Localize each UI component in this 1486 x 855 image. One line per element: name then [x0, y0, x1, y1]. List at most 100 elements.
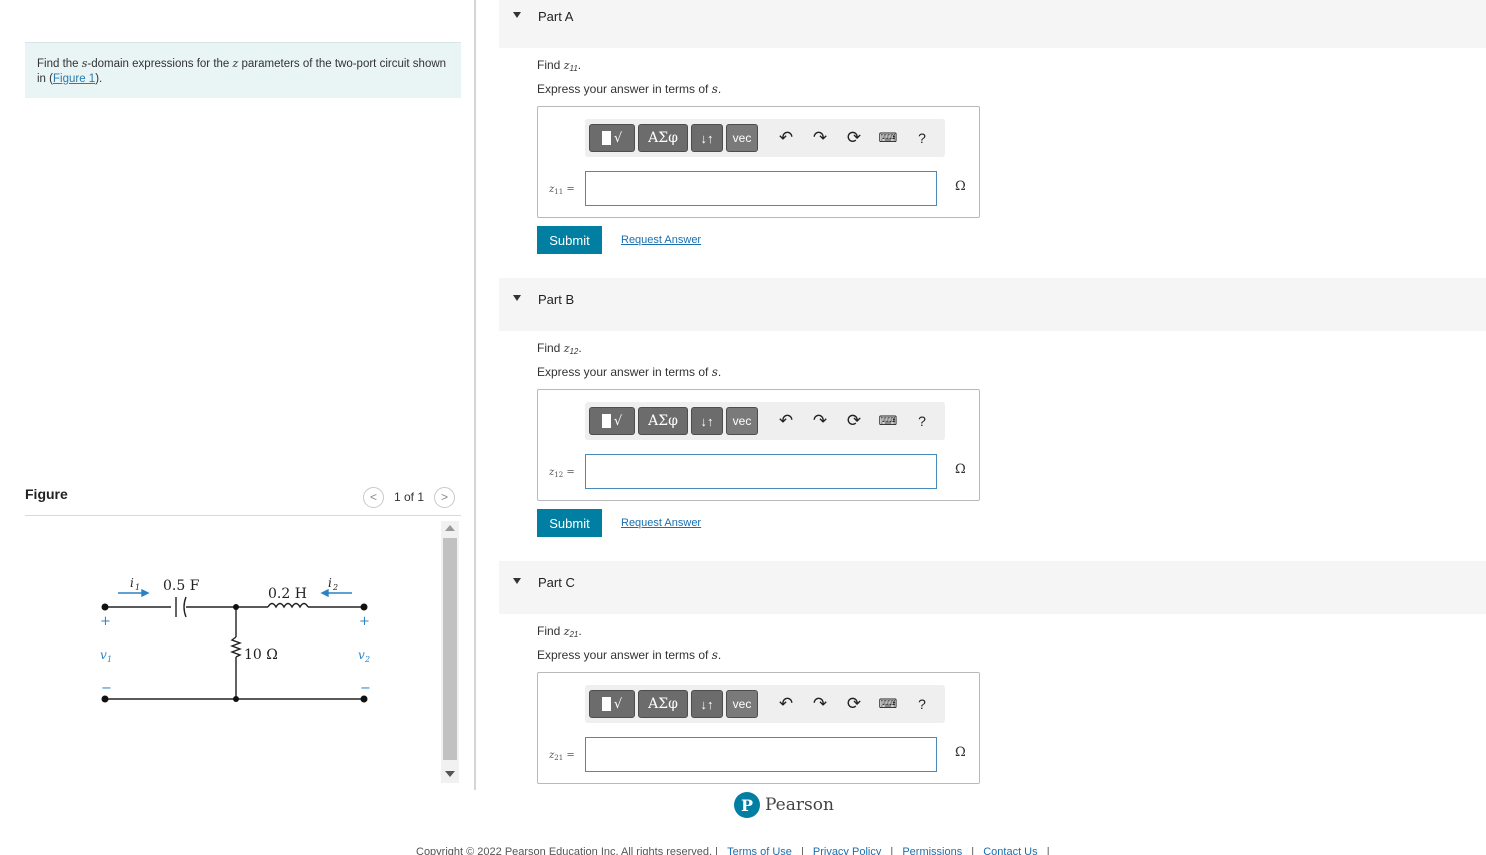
figure-scrollbar[interactable] [441, 521, 459, 783]
part-b-answer-box: √ ΑΣφ ↓↑ vec ↶ ↷ ⟳ ⌨ ? z12 = Ω [537, 389, 980, 501]
redo-icon[interactable]: ↷ [809, 124, 831, 152]
part-b-title: Part B [538, 292, 575, 307]
pearson-logo: P Pearson [734, 792, 834, 818]
v1-label: v [100, 648, 107, 662]
terms-link[interactable]: Terms of Use [727, 846, 792, 855]
request-answer-link[interactable]: Request Answer [621, 234, 701, 246]
scroll-down-icon[interactable] [445, 771, 455, 777]
greek-symbols-button[interactable]: ΑΣφ [638, 124, 688, 152]
unit-label: Ω [955, 179, 966, 194]
unit-label: Ω [955, 745, 966, 760]
part-b-header[interactable]: Part B [499, 278, 1486, 331]
vector-button[interactable]: vec [726, 690, 758, 718]
reset-icon[interactable]: ⟳ [843, 407, 865, 435]
v1-minus: − [101, 681, 112, 696]
undo-icon[interactable]: ↶ [775, 124, 797, 152]
permissions-link[interactable]: Permissions [902, 846, 962, 855]
express-suffix: . [717, 82, 722, 96]
unit-label: Ω [955, 462, 966, 477]
pager-prev-button[interactable]: < [363, 486, 384, 508]
pager-count: 1 of 1 [394, 490, 425, 504]
v2-minus: − [360, 681, 371, 696]
arrows-button[interactable]: ↓↑ [691, 690, 723, 718]
template-box-icon [601, 697, 611, 711]
answer-input[interactable] [585, 171, 937, 206]
part-a-answer-box: √ ΑΣφ ↓↑ vec ↶ ↷ ⟳ ⌨ ? z11 = Ω [537, 106, 980, 218]
res-label: 10 Ω [244, 647, 278, 663]
keyboard-icon[interactable]: ⌨ [877, 407, 899, 435]
collapse-triangle-icon [513, 12, 521, 18]
part-c-title: Part C [538, 575, 575, 590]
contact-link[interactable]: Contact Us [983, 846, 1037, 855]
footer-separator: | [800, 846, 804, 855]
pearson-logo-icon: P [734, 792, 760, 818]
cap-label: 0.5 F [163, 578, 200, 594]
arrows-button[interactable]: ↓↑ [691, 407, 723, 435]
i2-label: i [328, 576, 332, 590]
problem-close-paren: ). [95, 73, 103, 85]
scroll-up-icon[interactable] [445, 525, 455, 531]
part-a-find: Find z11. [537, 58, 581, 73]
part-c-find: Find z21. [537, 624, 582, 639]
help-button[interactable]: ? [911, 124, 933, 152]
answer-input[interactable] [585, 454, 937, 489]
vector-button[interactable]: vec [726, 124, 758, 152]
part-c-instructions: Express your answer in terms of s. [537, 648, 722, 662]
footer-separator: | [1046, 846, 1050, 855]
part-a-title: Part A [538, 9, 574, 24]
templates-button[interactable]: √ [589, 690, 635, 718]
part-b-find: Find z12. [537, 341, 582, 356]
i1-sub: 1 [135, 583, 140, 592]
template-box-icon [601, 131, 611, 145]
templates-button[interactable]: √ [589, 124, 635, 152]
problem-statement: Find the s-domain expressions for the z … [25, 42, 461, 98]
figure-divider [25, 515, 461, 516]
submit-button[interactable]: Submit [537, 226, 602, 254]
arrows-button[interactable]: ↓↑ [691, 124, 723, 152]
help-button[interactable]: ? [911, 690, 933, 718]
privacy-link[interactable]: Privacy Policy [813, 846, 881, 855]
v1-sub: 1 [107, 655, 112, 664]
reset-icon[interactable]: ⟳ [843, 124, 865, 152]
answer-label: z11 = [549, 184, 575, 196]
request-answer-link[interactable]: Request Answer [621, 517, 701, 529]
reset-icon[interactable]: ⟳ [843, 690, 865, 718]
pager-next-button[interactable]: > [434, 486, 456, 508]
redo-icon[interactable]: ↷ [809, 690, 831, 718]
keyboard-icon[interactable]: ⌨ [877, 690, 899, 718]
circuit-diagram: i 1 0.5 F 0.2 H i 2 10 Ω + + − − v 1 v 2 [100, 576, 371, 703]
footer: Copyright © 2022 Pearson Education Inc. … [416, 846, 1050, 855]
problem-text-middle: -domain expressions for the [87, 58, 233, 70]
i1-label: i [130, 576, 134, 590]
answer-label: z21 = [549, 750, 575, 762]
problem-text-prefix: Find the [37, 58, 82, 70]
answer-input[interactable] [585, 737, 937, 772]
vector-button[interactable]: vec [726, 407, 758, 435]
templates-button[interactable]: √ [589, 407, 635, 435]
part-a-header[interactable]: Part A [499, 0, 1486, 48]
footer-separator: | [890, 846, 894, 855]
ind-label: 0.2 H [268, 586, 307, 602]
math-toolbar: √ ΑΣφ ↓↑ vec ↶ ↷ ⟳ ⌨ ? [585, 402, 945, 440]
redo-icon[interactable]: ↷ [809, 407, 831, 435]
template-box-icon [601, 414, 611, 428]
figure-heading: Figure [25, 486, 68, 502]
figure-link[interactable]: Figure 1 [53, 73, 95, 85]
figure-pager: < 1 of 1 > [363, 486, 456, 508]
panel-divider [474, 0, 476, 790]
v1-plus: + [100, 614, 111, 629]
scroll-thumb[interactable] [443, 538, 457, 760]
submit-button[interactable]: Submit [537, 509, 602, 537]
undo-icon[interactable]: ↶ [775, 690, 797, 718]
undo-icon[interactable]: ↶ [775, 407, 797, 435]
part-c-answer-box: √ ΑΣφ ↓↑ vec ↶ ↷ ⟳ ⌨ ? z21 = Ω [537, 672, 980, 784]
greek-symbols-button[interactable]: ΑΣφ [638, 690, 688, 718]
find-sub: 11 [569, 64, 578, 73]
greek-symbols-button[interactable]: ΑΣφ [638, 407, 688, 435]
part-c-header[interactable]: Part C [499, 561, 1486, 614]
footer-separator: | [715, 846, 719, 855]
keyboard-icon[interactable]: ⌨ [877, 124, 899, 152]
v2-label: v [358, 648, 365, 662]
help-button[interactable]: ? [911, 407, 933, 435]
footer-separator: | [971, 846, 975, 855]
